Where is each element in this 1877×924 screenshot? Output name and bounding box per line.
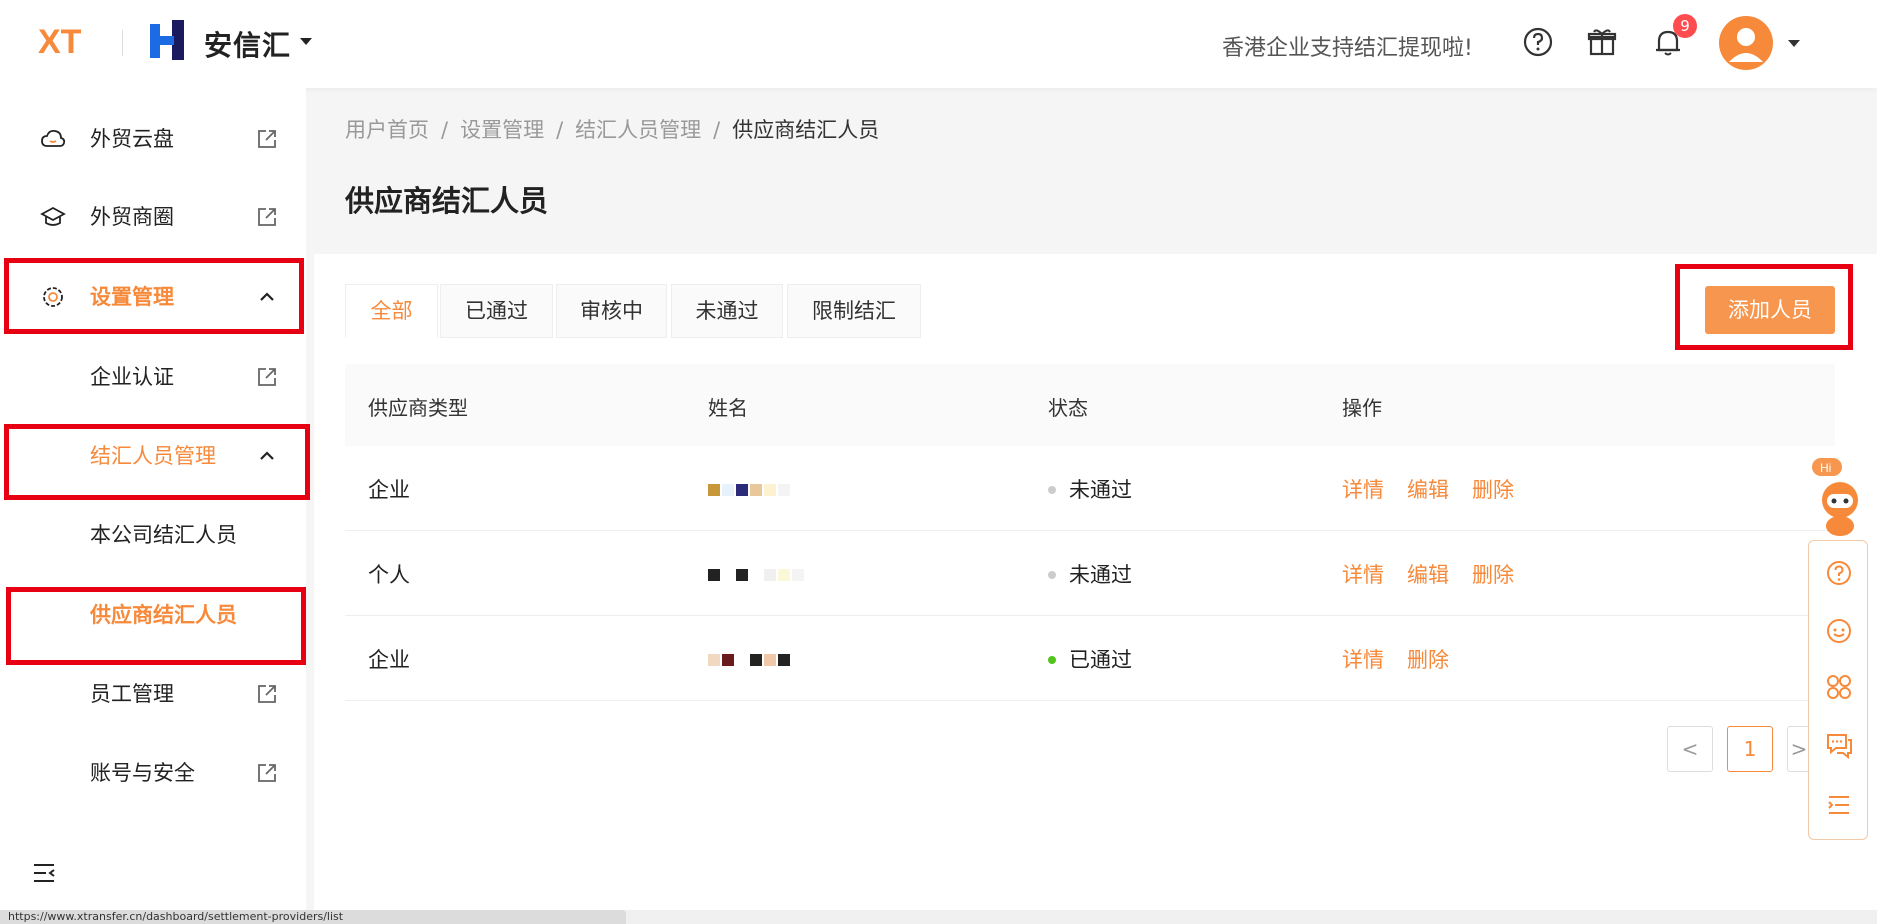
list-menu-icon[interactable] xyxy=(1825,791,1853,819)
column-header-status: 状态 xyxy=(1048,396,1088,420)
column-header-actions: 操作 xyxy=(1342,396,1382,420)
table-row: 企业 未通过 详情 编辑 删除 xyxy=(345,446,1835,531)
column-header-supplier-type: 供应商类型 xyxy=(368,396,468,420)
supplier-type-cell: 企业 xyxy=(368,478,410,502)
detail-link[interactable]: 详情 xyxy=(1342,559,1384,589)
detail-link[interactable]: 详情 xyxy=(1342,644,1384,674)
breadcrumb-item-home[interactable]: 用户首页 xyxy=(345,118,429,142)
breadcrumb-separator: / xyxy=(441,118,449,142)
apps-grid-icon[interactable] xyxy=(1825,673,1853,701)
svg-text:XT: XT xyxy=(38,23,82,58)
pagination-prev-button[interactable]: < xyxy=(1667,726,1713,772)
status-text: 未通过 xyxy=(1069,563,1132,587)
sidebar-item-label: 外贸云盘 xyxy=(90,127,174,151)
avatar[interactable] xyxy=(1719,16,1773,70)
status-dot xyxy=(1048,486,1056,494)
help-icon[interactable] xyxy=(1520,24,1556,60)
supplier-type-cell: 企业 xyxy=(368,648,410,672)
table-header: 供应商类型 姓名 状态 操作 xyxy=(345,364,1835,447)
redacted-name xyxy=(708,654,823,668)
tab-restricted[interactable]: 限制结汇 xyxy=(787,284,921,338)
breadcrumb-item-current: 供应商结汇人员 xyxy=(732,118,880,142)
delete-link[interactable]: 删除 xyxy=(1472,474,1514,504)
sidebar-item-own-company-personnel[interactable]: 本公司结汇人员 xyxy=(0,504,306,564)
robot-assistant-icon[interactable]: Hi xyxy=(1810,456,1870,540)
browser-status-url: https://www.xtransfer.cn/dashboard/settl… xyxy=(0,910,626,924)
sidebar-item-label: 企业认证 xyxy=(90,365,174,389)
highlight-box-settings xyxy=(4,258,304,334)
sidebar: 外贸云盘 外贸商圈 设置管理 企业认证 结汇人员管理 本公司结汇人员 供应商结汇… xyxy=(0,88,306,924)
table-row: 企业 已通过 详情 删除 xyxy=(345,616,1835,701)
xt-logo[interactable]: XT xyxy=(38,22,100,58)
floating-toolbar xyxy=(1808,540,1868,840)
external-link-icon xyxy=(258,130,276,148)
promo-text[interactable]: 香港企业支持结汇提现啦! xyxy=(1222,30,1473,62)
delete-link[interactable]: 删除 xyxy=(1472,559,1514,589)
breadcrumb-separator: / xyxy=(713,118,721,142)
column-header-name: 姓名 xyxy=(708,396,748,420)
sidebar-item-label: 本公司结汇人员 xyxy=(90,523,237,547)
supplier-type-cell: 个人 xyxy=(368,563,410,587)
status-text: 未通过 xyxy=(1069,478,1132,502)
external-link-icon xyxy=(258,764,276,782)
notification-badge: 9 xyxy=(1673,14,1697,38)
page-title: 供应商结汇人员 xyxy=(345,184,549,218)
brand-dropdown-caret-icon[interactable] xyxy=(300,38,312,45)
gift-icon[interactable] xyxy=(1584,24,1620,60)
external-link-icon xyxy=(258,208,276,226)
brand-name[interactable]: 安信汇 xyxy=(204,24,291,64)
tab-reviewing[interactable]: 审核中 xyxy=(556,284,667,338)
tab-approved[interactable]: 已通过 xyxy=(440,284,553,338)
redacted-name xyxy=(708,484,823,498)
help-icon[interactable] xyxy=(1825,559,1853,587)
highlight-box-supplier-personnel xyxy=(6,587,306,665)
sidebar-item-account-security[interactable]: 账号与安全 xyxy=(0,742,306,802)
user-avatar-icon xyxy=(1729,28,1763,62)
pagination-page-1[interactable]: 1 xyxy=(1727,726,1773,772)
breadcrumb-separator: / xyxy=(556,118,564,142)
external-link-icon xyxy=(258,368,276,386)
redacted-name xyxy=(708,569,823,583)
account-dropdown-caret-icon[interactable] xyxy=(1788,40,1800,47)
external-link-icon xyxy=(258,685,276,703)
breadcrumb-item-settlement-personnel[interactable]: 结汇人员管理 xyxy=(575,118,701,142)
sidebar-item-label: 员工管理 xyxy=(90,682,174,706)
sidebar-item-employee-management[interactable]: 员工管理 xyxy=(0,663,306,723)
breadcrumb-item-settings[interactable]: 设置管理 xyxy=(460,118,544,142)
sidebar-item-label: 外贸商圈 xyxy=(90,205,174,229)
edit-link[interactable]: 编辑 xyxy=(1407,474,1449,504)
highlight-box-settlement-personnel xyxy=(4,424,310,500)
sidebar-item-company-verification[interactable]: 企业认证 xyxy=(0,346,306,406)
edit-link[interactable]: 编辑 xyxy=(1407,559,1449,589)
status-dot xyxy=(1048,656,1056,664)
sidebar-item-label: 账号与安全 xyxy=(90,761,195,785)
chat-icon[interactable] xyxy=(1825,731,1853,759)
status-dot xyxy=(1048,571,1056,579)
top-header: XT 安信汇 香港企业支持结汇提现啦! 9 xyxy=(0,0,1877,88)
graduation-cap-icon xyxy=(40,206,66,226)
table-row: 个人 未通过 详情 编辑 删除 xyxy=(345,531,1835,616)
cloud-icon xyxy=(41,129,66,147)
collapse-menu-icon[interactable] xyxy=(32,862,58,884)
logo-divider xyxy=(122,30,123,56)
status-text: 已通过 xyxy=(1069,648,1132,672)
tab-rejected[interactable]: 未通过 xyxy=(671,284,783,338)
customer-service-icon[interactable] xyxy=(1825,617,1853,645)
detail-link[interactable]: 详情 xyxy=(1342,474,1384,504)
hi-label: Hi xyxy=(1820,461,1831,475)
anxinhui-logo-icon[interactable] xyxy=(150,20,184,60)
highlight-box-add-button xyxy=(1675,264,1853,350)
tab-all[interactable]: 全部 xyxy=(345,284,438,338)
breadcrumb: 用户首页 / 设置管理 / 结汇人员管理 / 供应商结汇人员 xyxy=(345,114,879,144)
sidebar-item-trade-circle[interactable]: 外贸商圈 xyxy=(0,186,306,246)
sidebar-item-cloud-disk[interactable]: 外贸云盘 xyxy=(0,108,306,168)
delete-link[interactable]: 删除 xyxy=(1407,644,1449,674)
